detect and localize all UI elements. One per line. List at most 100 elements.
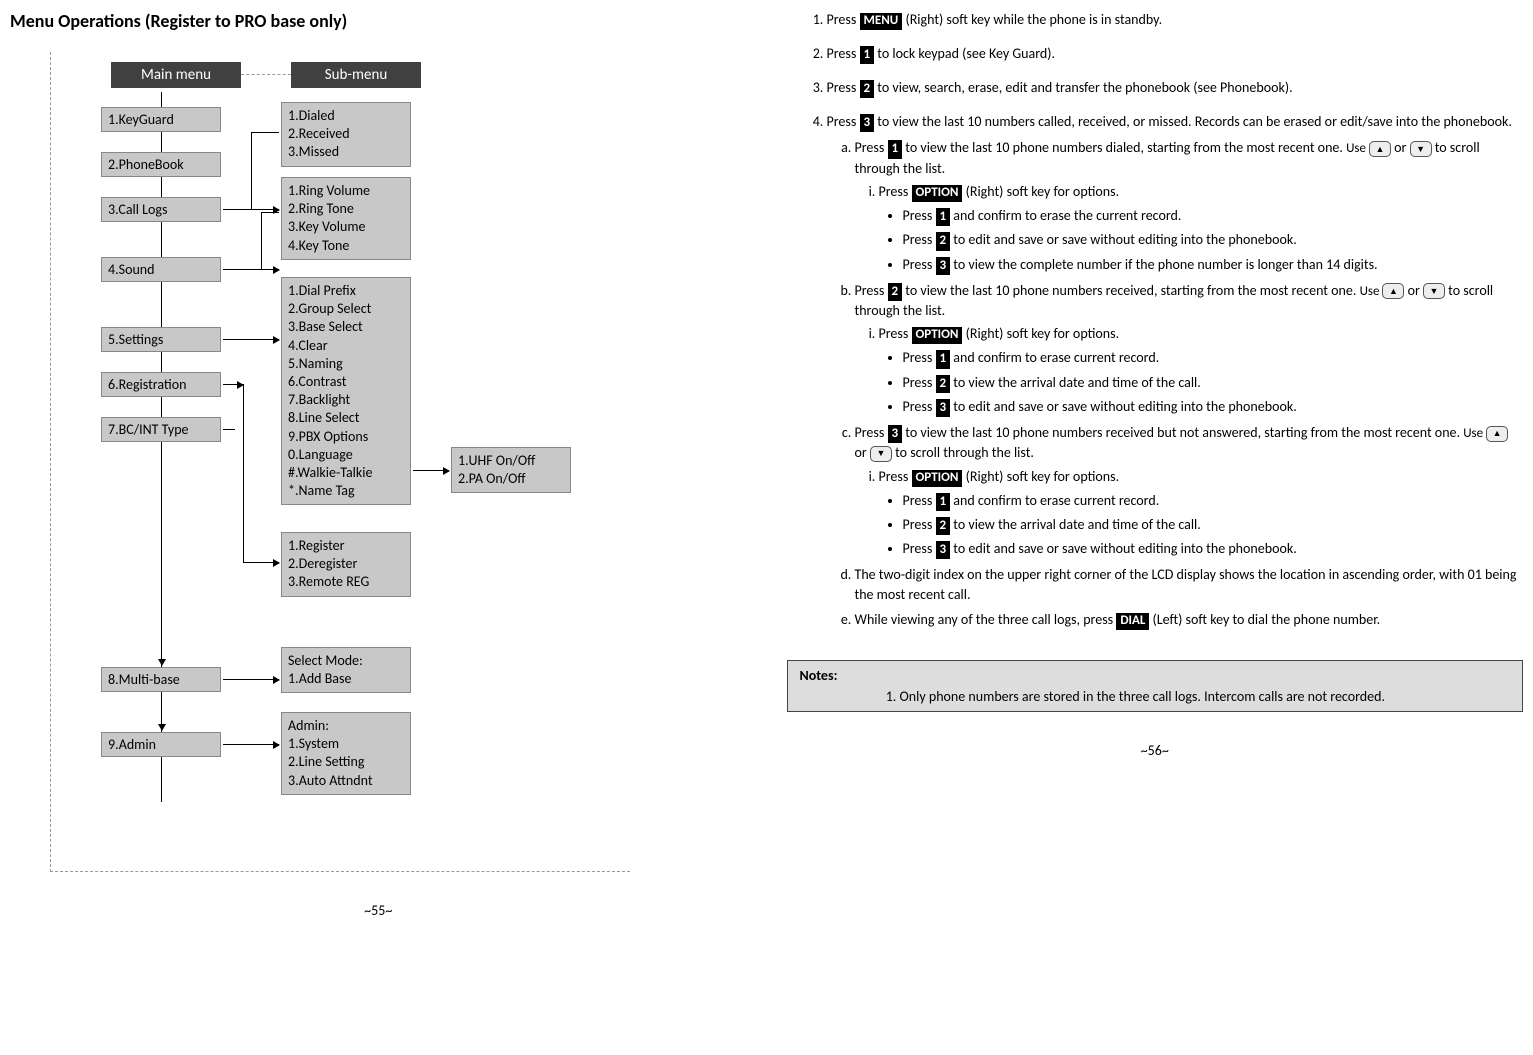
sub-settings-10: 0.Language	[288, 446, 404, 464]
sub-settings-8: 8.Line Select	[288, 409, 404, 427]
sub-menu-header: Sub-menu	[291, 62, 421, 88]
main-item-registration: 6.Registration	[101, 372, 221, 397]
s4c-b3k: 3	[936, 541, 951, 559]
dashed-connector	[241, 74, 291, 75]
sub-settings-9: 9.PBX Options	[288, 428, 404, 446]
s4b-a: Press	[855, 282, 888, 299]
arrow-admin	[223, 744, 279, 745]
opt-a1: Press	[879, 183, 912, 200]
s4a-i: Press OPTION (Right) soft key for option…	[879, 182, 1524, 274]
s4b-b3k: 3	[936, 399, 951, 417]
page-title: Menu Operations (Register to PRO base on…	[10, 10, 747, 32]
trunk-arrow-1	[161, 447, 162, 665]
up-arrow-icon: ▲	[1369, 141, 1391, 157]
s4c-bul1: Press 1 and confirm to erase current rec…	[903, 491, 1524, 511]
sub-admin: Admin: 1.System 2.Line Setting 3.Auto At…	[281, 712, 411, 795]
main-item-admin: 9.Admin	[101, 732, 221, 757]
opt-b1: (Right) soft key for options.	[962, 183, 1119, 200]
or-c: or	[855, 444, 870, 461]
page-number-right: ~56~	[787, 742, 1524, 759]
step4-a: Press	[827, 113, 860, 130]
arrow-settings	[223, 339, 279, 340]
s4b-b1b: and confirm to erase current record.	[950, 349, 1159, 366]
step2-a: Press	[827, 45, 860, 62]
up-arrow-icon-c: ▲	[1486, 426, 1508, 442]
s4e-b: (Left) soft key to dial the phone number…	[1149, 611, 1380, 628]
hconn-sound-top	[261, 212, 279, 213]
step-4e: While viewing any of the three call logs…	[855, 610, 1524, 630]
sub-sound-4: 4.Key Tone	[288, 237, 404, 255]
down-arrow-icon-b: ▼	[1423, 283, 1445, 299]
sub-admin-1: 1.System	[288, 735, 404, 753]
use-label-b: Use	[1360, 284, 1383, 299]
s4c-bul2: Press 2 to view the arrival date and tim…	[903, 515, 1524, 535]
step-4d: The two-digit index on the upper right c…	[855, 565, 1524, 604]
sub-settings-7: 7.Backlight	[288, 391, 404, 409]
sub-settings-5: 5.Naming	[288, 355, 404, 373]
sub-sound-2: 2.Ring Tone	[288, 200, 404, 218]
s4a-b3b: to view the complete number if the phone…	[950, 256, 1377, 273]
s4b-b1k: 1	[936, 350, 951, 368]
step-3: Press 2 to view, search, erase, edit and…	[827, 78, 1524, 98]
arrow-reg-h1	[223, 384, 243, 385]
s4a-a: Press	[855, 139, 888, 156]
s4b-b: to view the last 10 phone numbers receiv…	[902, 282, 1359, 299]
trunk-arrow-2	[161, 697, 162, 730]
key-2: 2	[860, 80, 875, 98]
key-2b: 2	[888, 283, 903, 301]
instructions-list: Press MENU (Right) soft key while the ph…	[787, 10, 1524, 644]
opt-b3: (Right) soft key for options.	[962, 468, 1119, 485]
vconn-sound	[261, 212, 262, 270]
key-3: 3	[860, 114, 875, 132]
sub-settings-2: 2.Group Select	[288, 300, 404, 318]
down-arrow-icon: ▼	[1410, 141, 1432, 157]
sub-sound-3: 3.Key Volume	[288, 218, 404, 236]
s4b-b1a: Press	[903, 349, 936, 366]
s4b-b2b: to view the arrival date and time of the…	[950, 374, 1201, 391]
s4c-b2b: to view the arrival date and time of the…	[950, 516, 1201, 533]
s4c-b1k: 1	[936, 493, 951, 511]
s4b-bul2: Press 2 to view the arrival date and tim…	[903, 373, 1524, 393]
opt-a2: Press	[879, 325, 912, 342]
step3-b: to view, search, erase, edit and transfe…	[874, 79, 1293, 96]
s4b-i: Press OPTION (Right) soft key for option…	[879, 324, 1524, 416]
step1-b: (Right) soft key while the phone is in s…	[902, 11, 1162, 28]
sub-settings-6: 6.Contrast	[288, 373, 404, 391]
sub-sound: 1.Ring Volume 2.Ring Tone 3.Key Volume 4…	[281, 177, 411, 260]
use-label-c: Use	[1463, 426, 1486, 441]
sub-reg-3: 3.Remote REG	[288, 573, 404, 591]
scroll-c: to scroll through the list.	[892, 444, 1034, 461]
opt-a3: Press	[879, 468, 912, 485]
s4b-b3b: to edit and save or save without editing…	[950, 398, 1297, 415]
sub-settings-1: 1.Dial Prefix	[288, 282, 404, 300]
main-menu-header: Main menu	[111, 62, 241, 88]
main-item-keyguard: 1.KeyGuard	[101, 107, 221, 132]
s4a-b1a: Press	[903, 207, 936, 224]
s4b-b3a: Press	[903, 398, 936, 415]
s4c-b3b: to edit and save or save without editing…	[950, 540, 1297, 557]
s4a-b2a: Press	[903, 231, 936, 248]
s4b-b2a: Press	[903, 374, 936, 391]
sub-reg-2: 2.Deregister	[288, 555, 404, 573]
third-walkie: 1.UHF On/Off 2.PA On/Off	[451, 447, 571, 493]
sub-settings-4: 4.Clear	[288, 337, 404, 355]
s4a-bul1: Press 1 and confirm to erase the current…	[903, 206, 1524, 226]
main-item-sound: 4.Sound	[101, 257, 221, 282]
main-item-multibase: 8.Multi-base	[101, 667, 221, 692]
s4b-b2k: 2	[936, 375, 951, 393]
or-a: or	[1391, 139, 1410, 156]
step-4a: Press 1 to view the last 10 phone number…	[855, 138, 1524, 274]
s4c-i: Press OPTION (Right) soft key for option…	[879, 467, 1524, 559]
main-item-settings: 5.Settings	[101, 327, 221, 352]
key-1: 1	[860, 46, 875, 64]
s4a-b3k: 3	[936, 257, 951, 275]
s4c-b2k: 2	[936, 517, 951, 535]
sub-admin-2: 2.Line Setting	[288, 753, 404, 771]
arrow-sound	[223, 269, 279, 270]
hconn-calllogs-top	[251, 132, 279, 133]
step-1: Press MENU (Right) soft key while the ph…	[827, 10, 1524, 30]
s4a-b2b: to edit and save or save without editing…	[950, 231, 1297, 248]
dial-key: DIAL	[1116, 613, 1149, 630]
sub-settings: 1.Dial Prefix 2.Group Select 3.Base Sele…	[281, 277, 411, 505]
step-4: Press 3 to view the last 10 numbers call…	[827, 112, 1524, 630]
